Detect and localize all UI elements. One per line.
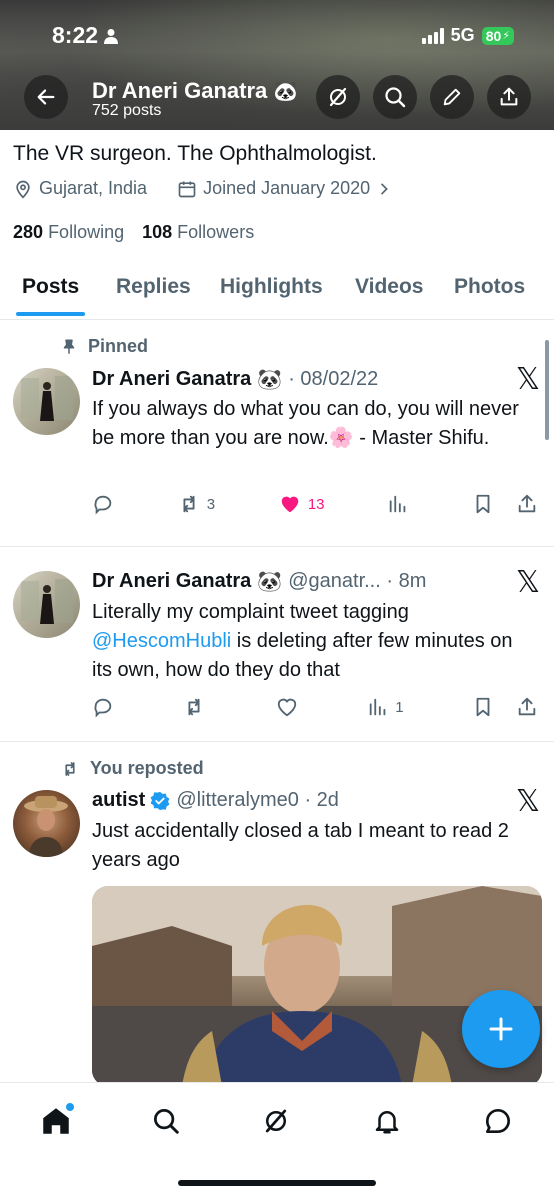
repost-icon (65, 761, 75, 776)
notification-dot (66, 1103, 74, 1111)
compose-button[interactable] (462, 990, 540, 1068)
repost-button[interactable]: 3 (177, 493, 215, 515)
plus-icon (489, 1017, 513, 1041)
share-icon[interactable] (516, 493, 538, 515)
profile-header: 8:22 5G 80 ⚡ Dr Aneri Ganatra 🐼 752 posts (0, 0, 554, 130)
scrollbar[interactable] (545, 340, 549, 440)
bookmark-icon[interactable] (472, 493, 494, 515)
avatar[interactable] (13, 790, 80, 857)
verified-badge-icon (150, 791, 170, 810)
bell-icon (375, 1111, 399, 1134)
repost-button[interactable] (182, 696, 206, 718)
avatar[interactable] (13, 368, 80, 435)
calendar-icon (178, 181, 196, 197)
reply-button[interactable] (92, 493, 114, 515)
header-post-count: 752 posts (92, 102, 162, 119)
back-button[interactable] (24, 75, 68, 119)
views-icon (369, 698, 386, 716)
mention-link[interactable]: @HescomHubli (92, 630, 231, 652)
nav-grok[interactable] (256, 1101, 296, 1141)
share-icon (500, 87, 518, 106)
x-logo-icon: 𝕏 (515, 565, 540, 600)
avatar-figure (21, 579, 73, 624)
profile-meta: Gujarat, India Joined January 2020 (13, 178, 392, 199)
panda-emoji: 🐼 (273, 80, 299, 103)
status-indicators: 5G 80 ⚡ (421, 25, 514, 46)
views-button[interactable]: 1 (367, 696, 404, 718)
bookmark-share-group (472, 493, 538, 515)
home-indicator (178, 1180, 376, 1186)
search-icon (385, 87, 406, 108)
x-logo-icon: 𝕏 (515, 362, 540, 397)
grok-button[interactable] (316, 75, 360, 119)
chevron-right-icon[interactable] (376, 181, 392, 197)
post-text: Literally my complaint tweet tagging @He… (92, 601, 513, 681)
repost-context: You reposted (60, 758, 204, 779)
profile-bio: The VR surgeon. The Ophthalmologist. (13, 142, 377, 165)
tab-videos[interactable]: Videos (355, 270, 423, 299)
reply-button[interactable] (92, 696, 114, 718)
grok-icon (329, 87, 347, 107)
repost-icon (188, 698, 200, 716)
tab-highlights[interactable]: Highlights (220, 270, 323, 299)
x-logo-icon: 𝕏 (515, 784, 540, 819)
post-author: Dr Aneri Ganatra 🐼 @ganatr... · 8m (92, 570, 427, 593)
grok-icon (265, 1109, 287, 1133)
bookmark-share-group (472, 696, 538, 718)
search-icon (154, 1109, 179, 1134)
post-text: Just accidentally closed a tab I meant t… (92, 820, 509, 871)
bookmark-icon[interactable] (472, 696, 494, 718)
edit-button[interactable] (430, 75, 474, 119)
follow-stats: 280 Following 108 Followers (13, 222, 254, 243)
followers-link[interactable]: 108 Followers (142, 222, 254, 243)
views-icon (389, 495, 406, 513)
share-icon[interactable] (516, 696, 538, 718)
post-author: autist @litteralyme0 · 2d (92, 789, 339, 811)
share-button[interactable] (487, 75, 531, 119)
avatar[interactable] (13, 571, 80, 638)
messages-icon (486, 1109, 510, 1133)
header-name: Dr Aneri Ganatra 🐼 (92, 78, 299, 103)
post-pinned[interactable]: Pinned Dr Aneri Ganatra 🐼 · 08/02/22 𝕏 I… (0, 320, 554, 547)
post-actions: 1 (92, 696, 538, 718)
heart-icon (277, 698, 296, 717)
pinned-label: Pinned (60, 336, 148, 357)
post-author: Dr Aneri Ganatra 🐼 · 08/02/22 (92, 368, 379, 391)
signal-icon (421, 27, 444, 44)
nav-notifications[interactable] (367, 1101, 407, 1141)
network-label: 5G (450, 25, 475, 45)
post-text: If you always do what you can do, you wi… (92, 398, 519, 449)
views-button[interactable] (387, 493, 409, 515)
pencil-icon (443, 88, 461, 106)
heart-filled-icon (281, 496, 299, 513)
nav-search[interactable] (146, 1101, 186, 1141)
reply-icon (94, 698, 112, 718)
profile-tabs: Posts Replies Highlights Videos Photos (0, 270, 554, 320)
following-link[interactable]: 280 Following (13, 222, 124, 243)
nav-home[interactable] (36, 1101, 76, 1141)
location-icon (16, 180, 30, 199)
status-time: 8:22 (52, 22, 119, 49)
like-button[interactable] (275, 696, 299, 718)
profile-joined: Joined January 2020 (203, 178, 371, 198)
tab-replies[interactable]: Replies (116, 270, 191, 299)
post[interactable]: Dr Aneri Ganatra 🐼 @ganatr... · 8m 𝕏 Lit… (0, 547, 554, 742)
nav-messages[interactable] (478, 1101, 518, 1141)
arrow-left-icon (37, 89, 55, 105)
profile-location: Gujarat, India (39, 178, 148, 198)
person-icon (104, 28, 119, 44)
tab-photos[interactable]: Photos (454, 270, 525, 299)
post-actions: 3 13 (92, 493, 538, 515)
repost-icon (183, 495, 195, 513)
tab-posts[interactable]: Posts (15, 270, 86, 316)
avatar-figure (24, 796, 68, 857)
search-button[interactable] (373, 75, 417, 119)
battery-icon: 80 ⚡ (481, 26, 514, 45)
avatar-figure (21, 376, 73, 421)
reply-icon (94, 495, 112, 515)
pin-icon (63, 339, 75, 354)
like-button[interactable]: 13 (278, 493, 325, 515)
